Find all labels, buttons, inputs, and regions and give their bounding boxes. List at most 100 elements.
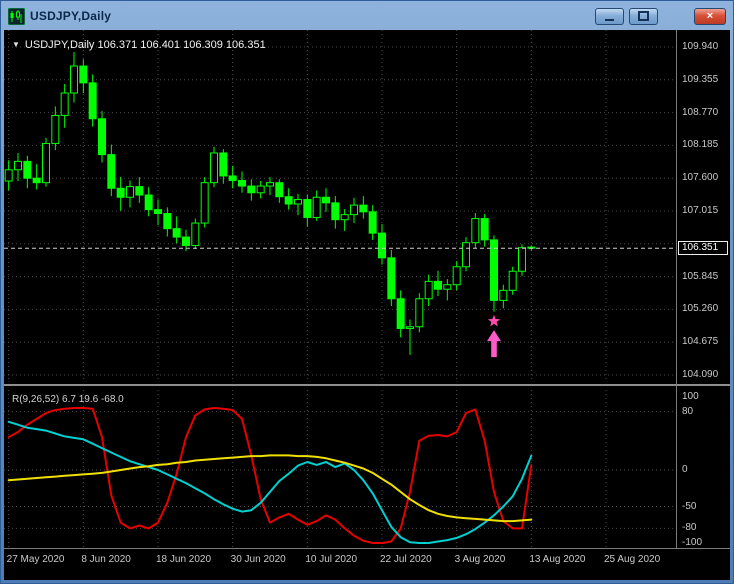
time-axis-label: 10 Jul 2020	[305, 554, 358, 565]
chart-area: ▼ USDJPY,Daily 106.371 106.401 106.309 10…	[4, 30, 730, 580]
price-axis-label: 107.015	[682, 205, 719, 216]
candle-body	[359, 204, 368, 213]
price-axis-label: 104.090	[682, 369, 719, 380]
price-axis-label: 105.845	[682, 270, 719, 282]
candle-body	[60, 92, 69, 116]
candle-body	[238, 179, 246, 187]
candle-body	[294, 199, 302, 205]
time-axis-label: 3 Aug 2020	[454, 554, 506, 565]
indicator-label: R(9,26,52) 6.7 19.6 -68.0	[12, 394, 124, 405]
yellow-oscillator-line	[7, 454, 533, 523]
price-axis[interactable]: 109.940 109.355 108.770 108.185 107.600 107.0…	[676, 30, 730, 548]
panel-divider[interactable]	[4, 384, 730, 386]
chart-window-icon	[7, 7, 26, 25]
cyan-oscillator-line	[7, 420, 533, 544]
time-axis[interactable]: 27 May 2020 8 Jun 2020 18 Jun 2020 30 Jun 2…	[4, 548, 730, 580]
window-title: USDJPY,Daily	[30, 9, 112, 23]
indicator-axis-label: -100	[682, 537, 703, 548]
candle-body	[79, 65, 88, 84]
current-price-label: 106.351	[678, 241, 728, 256]
candle-body	[70, 65, 78, 94]
close-button[interactable]: ×	[694, 7, 726, 25]
time-axis-label: 13 Aug 2020	[529, 554, 586, 565]
time-axis-label: 8 Jun 2020	[81, 554, 131, 565]
indicator-axis-label: 0	[682, 464, 688, 475]
candle-body	[32, 177, 41, 184]
candle-body	[424, 280, 433, 300]
indicator-axis-label: 80	[682, 405, 694, 417]
candle-body	[135, 186, 144, 196]
candle-body	[378, 232, 386, 259]
candle-body	[42, 142, 50, 184]
candle-body	[51, 114, 60, 144]
candle-body	[219, 152, 228, 177]
candle-body	[387, 257, 396, 300]
indicator-axis-label: -80	[682, 522, 697, 534]
candle-body	[340, 214, 349, 221]
price-chart[interactable]	[4, 30, 676, 382]
star-marker[interactable]	[487, 314, 501, 327]
candle-body	[107, 154, 116, 189]
candle-body	[210, 152, 218, 184]
symbol-dropdown-icon[interactable]: ▼	[12, 40, 20, 49]
ohlc-label: ▼ USDJPY,Daily 106.371 106.401 106.309 10…	[12, 39, 266, 51]
candle-body	[415, 298, 424, 328]
candle-body	[368, 211, 377, 234]
candle-body	[14, 160, 22, 171]
candle-body	[350, 204, 358, 216]
candle-body	[462, 242, 470, 268]
candle-body	[247, 185, 256, 194]
candle-body	[191, 222, 200, 246]
price-axis-label: 108.185	[682, 139, 719, 151]
candle-body	[200, 182, 209, 224]
time-axis-label: 27 May 2020	[6, 554, 65, 565]
candle-body	[518, 247, 526, 272]
candle-body	[471, 218, 480, 244]
indicator-axis-label: 100	[682, 391, 699, 402]
time-axis-label: 18 Jun 2020	[156, 554, 212, 565]
restore-button[interactable]	[629, 7, 658, 25]
minimize-icon	[605, 18, 614, 21]
time-axis-label: 25 Aug 2020	[604, 554, 661, 565]
candle-body	[303, 199, 312, 218]
price-axis-label: 105.260	[682, 303, 719, 315]
candle-body	[312, 196, 321, 218]
time-axis-label: 30 Jun 2020	[230, 554, 286, 565]
candle-body	[256, 185, 265, 194]
price-axis-label: 104.675	[682, 336, 719, 348]
candle-body	[284, 196, 293, 205]
candle-body	[154, 209, 162, 215]
candle-body	[98, 118, 106, 156]
candle-body	[434, 280, 442, 290]
restore-icon	[638, 11, 649, 21]
ohlc-text: USDJPY,Daily 106.371 106.401 106.309 106…	[24, 39, 266, 51]
candle-body	[144, 194, 153, 211]
candle-body	[452, 266, 461, 286]
time-axis-label: 22 Jul 2020	[380, 554, 432, 565]
candle-body	[331, 202, 340, 221]
up-arrow-marker[interactable]	[487, 330, 501, 358]
candle-body	[490, 239, 498, 301]
candle-body	[443, 284, 452, 290]
candle-body	[508, 270, 517, 291]
candle-body	[88, 82, 97, 120]
price-axis-label: 109.355	[682, 73, 719, 85]
candle-body	[266, 182, 274, 187]
candle-body	[172, 228, 181, 238]
candle-body	[396, 298, 405, 329]
candle-body	[322, 196, 330, 204]
candle-body	[182, 236, 190, 246]
candle-body	[480, 218, 489, 241]
candle-body	[126, 186, 134, 198]
candle-body	[275, 182, 284, 198]
red-oscillator-line	[7, 407, 533, 544]
indicator-axis-label: -50	[682, 500, 697, 512]
minimize-button[interactable]	[595, 7, 624, 25]
price-axis-label: 108.770	[682, 106, 719, 118]
candle-body	[23, 160, 32, 179]
price-axis-label: 107.600	[682, 172, 719, 184]
indicator-panel[interactable]	[4, 390, 676, 548]
titlebar[interactable]: USDJPY,Daily ×	[4, 3, 730, 29]
candle-body	[116, 187, 125, 198]
candle-body	[163, 213, 172, 230]
